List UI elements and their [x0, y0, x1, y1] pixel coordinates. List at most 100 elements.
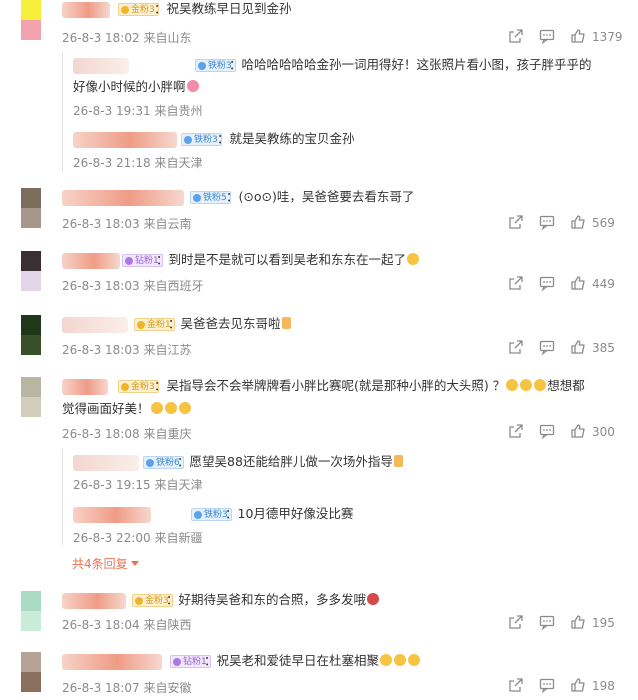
like-icon[interactable] [570, 214, 586, 230]
share-icon[interactable] [508, 214, 524, 230]
avatar[interactable] [21, 251, 41, 291]
reply-meta: 26-8-3 19:31 来自贵州 [73, 104, 203, 118]
fan-badge: 金粉3 [118, 3, 159, 16]
comment-actions: 449 [508, 275, 638, 295]
like-icon[interactable] [570, 677, 586, 693]
comment-meta: 26-8-3 18:03 来自江苏 [62, 343, 192, 357]
reply-username[interactable] [73, 507, 151, 523]
like-count: 1379 [592, 30, 623, 44]
username[interactable] [62, 2, 110, 18]
comment-item: 金粉3 ：吴指导会不会举牌牌看小胖比赛呢(就是那种小胖的大头照) ？想想都 觉得… [0, 377, 638, 577]
laugh-emoji-icon [164, 402, 177, 414]
reply-text: ：就是吴教练的宝贝金孙 [217, 131, 355, 146]
comment-time: 26-8-3 18:02 [62, 31, 140, 45]
emoji-icon [407, 253, 420, 265]
fan-badge: 铁粉3 [181, 133, 222, 146]
share-icon[interactable] [508, 614, 524, 630]
comment-meta: 26-8-3 18:03 来自西班牙 [62, 279, 204, 293]
like-count: 198 [592, 679, 615, 693]
comment-actions: 198 [508, 677, 638, 697]
like-icon[interactable] [570, 28, 586, 44]
pray-emoji-icon [281, 317, 291, 329]
fan-badge: 金粉3 [118, 380, 159, 393]
comment-meta: 26-8-3 18:02 来自山东 [62, 29, 191, 46]
comment-item: 铁粉5 ：(⊙o⊙)哇，吴爸爸要去看东哥了 26-8-3 18:03 来自云南 … [0, 188, 638, 238]
avatar[interactable] [21, 0, 41, 40]
comment-meta: 26-8-3 18:07 来自安徽 [62, 681, 192, 695]
share-icon[interactable] [508, 423, 524, 439]
comment-icon[interactable] [539, 677, 555, 693]
reply-username[interactable] [73, 455, 139, 471]
comment-meta: 26-8-3 18:04 来自陕西 [62, 618, 192, 632]
laugh-emoji-icon [178, 402, 191, 414]
like-icon[interactable] [570, 423, 586, 439]
reply-meta: 26-8-3 19:15 来自天津 [73, 478, 203, 492]
laugh-emoji-icon [520, 379, 533, 391]
laugh-emoji-icon [534, 379, 547, 391]
like-count: 300 [592, 425, 615, 439]
username[interactable] [62, 654, 162, 670]
comment-icon[interactable] [539, 275, 555, 291]
comment-actions: 195 [508, 614, 638, 634]
comment-location: 来自山东 [143, 31, 192, 45]
pray-emoji-icon [393, 455, 403, 467]
chevron-down-icon [131, 561, 140, 566]
reply-meta: 26-8-3 21:18 来自天津 [73, 156, 203, 170]
comment-item: 金粉3 ：好期待吴爸和东的合照，多多发哦 26-8-3 18:04 来自陕西 1… [0, 591, 638, 641]
like-icon[interactable] [570, 275, 586, 291]
reply-list: 铁粉6 ：愿望吴88还能给胖儿做一次场外指导 26-8-3 19:15 来自天津… [62, 449, 623, 545]
like-count: 195 [592, 616, 615, 630]
reply-username[interactable] [73, 132, 177, 148]
like-icon[interactable] [570, 614, 586, 630]
share-icon[interactable] [508, 677, 524, 693]
emoji-icon [394, 654, 407, 666]
comment-icon[interactable] [539, 214, 555, 230]
reply-text-line2: 好像小时候的小胖啊 [73, 76, 200, 98]
username[interactable] [62, 593, 126, 609]
comment-item: 钻粉1 ：祝吴老和爱徒早日在杜塞相聚 26-8-3 18:07 来自安徽 198 [0, 652, 638, 700]
comment-icon[interactable] [539, 28, 555, 44]
like-icon[interactable] [570, 339, 586, 355]
comment-icon[interactable] [539, 339, 555, 355]
username[interactable] [62, 379, 108, 395]
emoji-icon [380, 654, 393, 666]
username[interactable] [62, 190, 184, 206]
like-count: 385 [592, 341, 615, 355]
laugh-emoji-icon [150, 402, 163, 414]
avatar[interactable] [21, 652, 41, 692]
comment-actions: 569 [508, 214, 638, 234]
reply-text: ：愿望吴88还能给胖儿做一次场外指导 [177, 451, 404, 473]
username[interactable] [62, 317, 128, 333]
avatar[interactable] [21, 377, 41, 417]
reply-list: 铁粉3 ：哈哈哈哈哈哈金孙一词用得好！这张照片看小图，孩子胖乎乎的 好像小时候的… [62, 52, 623, 172]
more-replies-link[interactable]: 共4条回复 [72, 555, 140, 572]
comment-meta: 26-8-3 18:08 来自重庆 [62, 427, 192, 441]
comment-actions: 1379 [508, 28, 638, 48]
like-count: 569 [592, 216, 615, 230]
avatar[interactable] [21, 315, 41, 355]
like-count: 449 [592, 277, 615, 291]
username[interactable] [62, 253, 120, 269]
fan-badge: 铁粉5 [190, 191, 231, 204]
reply-text: ：哈哈哈哈哈哈金孙一词用得好！这张照片看小图，孩子胖乎乎的 [229, 57, 592, 72]
comment-text-line2: 觉得画面好美！ [62, 398, 192, 420]
share-icon[interactable] [508, 339, 524, 355]
comment-icon[interactable] [539, 614, 555, 630]
heart-eyes-emoji-icon [186, 80, 199, 92]
comment-text: ：到时是不是就可以看到吴老和东东在一起了 [156, 249, 420, 271]
avatar[interactable] [21, 591, 41, 631]
share-icon[interactable] [508, 275, 524, 291]
avatar[interactable] [21, 188, 41, 228]
comment-text: ：祝吴老和爱徒早日在杜塞相聚 [204, 650, 421, 672]
comment-actions: 385 [508, 339, 638, 359]
share-icon[interactable] [508, 28, 524, 44]
comment-actions: 300 [508, 423, 638, 443]
emoji-icon [408, 654, 421, 666]
reply-meta: 26-8-3 22:00 来自新疆 [73, 531, 203, 545]
comment-text: ：吴爸爸去见东哥啦 [168, 313, 292, 335]
comment-meta: 26-8-3 18:03 来自云南 [62, 217, 192, 231]
comment-item: 金粉3 ：祝吴教练早日见到金孙 26-8-3 18:02 来自山东 1379 铁… [0, 0, 638, 180]
comment-item: 金粉1 ：吴爸爸去见东哥啦 26-8-3 18:03 来自江苏 385 [0, 315, 638, 365]
comment-icon[interactable] [539, 423, 555, 439]
reply-username[interactable] [73, 58, 129, 74]
